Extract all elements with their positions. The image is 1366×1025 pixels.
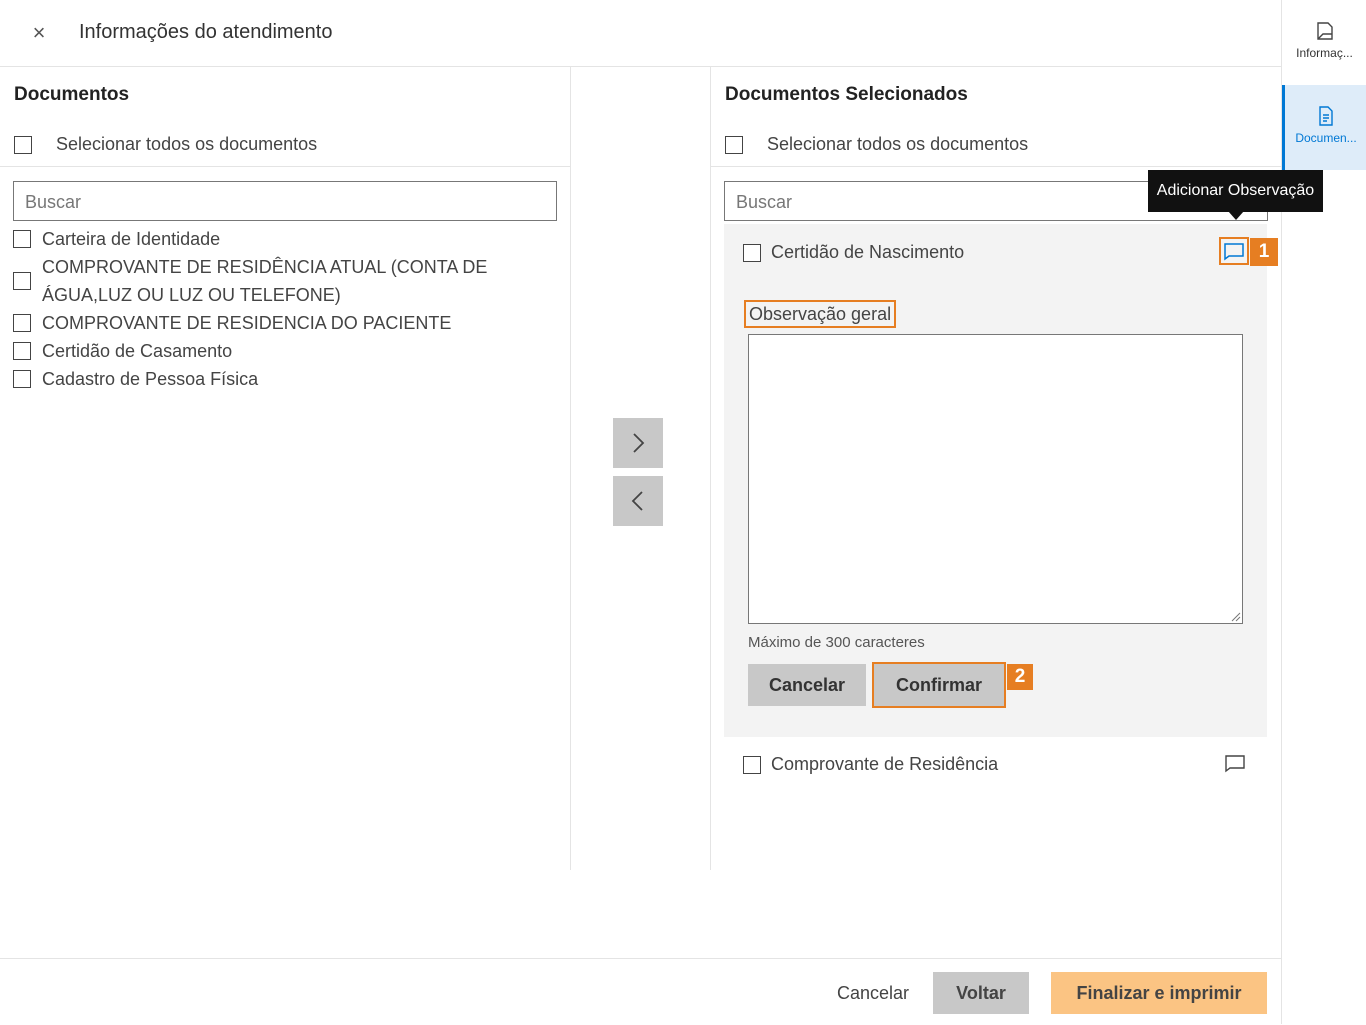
selected-item-label: Certidão de Nascimento	[771, 242, 965, 262]
selected-item-label: Comprovante de Residência	[771, 754, 999, 774]
comment-icon[interactable]	[1224, 753, 1246, 773]
rail-item-label: Informaç...	[1296, 46, 1353, 60]
finish-and-print-button[interactable]: Finalizar e imprimir	[1051, 972, 1267, 1014]
list-item[interactable]: Cadastro de Pessoa Física	[13, 369, 553, 391]
add-observation-button[interactable]	[1219, 237, 1249, 265]
chevron-right-icon	[633, 433, 645, 453]
item-checkbox[interactable]	[13, 342, 31, 360]
item-label: COMPROVANTE DE RESIDÊNCIA ATUAL (CONTA D…	[42, 257, 488, 277]
observation-label: Observação geral	[744, 300, 897, 328]
chevron-left-icon	[631, 491, 643, 511]
item-checkbox[interactable]	[13, 370, 31, 388]
divider	[0, 166, 570, 167]
move-right-button[interactable]	[613, 418, 663, 468]
list-item[interactable]: COMPROVANTE DE RESIDÊNCIA ATUAL (CONTA D…	[13, 257, 553, 307]
select-all-row[interactable]: Selecionar todos os documentos	[14, 132, 554, 162]
confirm-observation-button[interactable]: Confirmar	[872, 662, 1006, 708]
cancel-observation-button[interactable]: Cancelar	[748, 664, 866, 706]
list-item[interactable]: Certidão de Casamento	[13, 341, 553, 363]
observation-textarea[interactable]	[748, 334, 1243, 624]
item-checkbox[interactable]	[13, 230, 31, 248]
item-checkbox[interactable]	[13, 272, 31, 290]
select-all-label: Selecionar todos os documentos	[56, 134, 318, 154]
move-left-button[interactable]	[613, 476, 663, 526]
cancel-button[interactable]: Cancelar	[820, 972, 926, 1014]
select-all-label: Selecionar todos os documentos	[767, 134, 1029, 154]
item-checkbox[interactable]	[13, 314, 31, 332]
rail-item-informacoes[interactable]: Informaç...	[1282, 0, 1366, 85]
rail-item-documentos[interactable]: Documen...	[1282, 85, 1366, 170]
close-button[interactable]: ×	[28, 20, 50, 46]
side-rail: Informaç... Documen...	[1281, 0, 1366, 1024]
document-icon	[1319, 106, 1333, 126]
item-label: COMPROVANTE DE RESIDENCIA DO PACIENTE	[42, 313, 452, 333]
back-button[interactable]: Voltar	[933, 972, 1029, 1014]
item-checkbox[interactable]	[743, 756, 761, 774]
item-label: Certidão de Casamento	[42, 341, 233, 361]
list-item[interactable]: Carteira de Identidade	[13, 229, 553, 251]
close-icon: ×	[32, 20, 46, 45]
panel-title: Documentos	[14, 84, 130, 105]
item-label: Carteira de Identidade	[42, 229, 221, 249]
callout-badge: 1	[1250, 238, 1278, 266]
select-all-checkbox[interactable]	[725, 136, 743, 154]
char-limit-hint: Máximo de 300 caracteres	[748, 634, 925, 651]
resize-grip-icon[interactable]	[1229, 610, 1241, 622]
rail-item-label: Documen...	[1295, 131, 1357, 145]
info-doc-icon	[1316, 22, 1333, 40]
list-item[interactable]: COMPROVANTE DE RESIDENCIA DO PACIENTE	[13, 313, 553, 335]
comment-icon	[1224, 243, 1244, 261]
tooltip: Adicionar Observação	[1148, 170, 1323, 212]
item-label: ÁGUA,LUZ OU LUZ OU TELEFONE)	[42, 285, 341, 305]
page-title: Informações do atendimento	[79, 21, 333, 43]
item-checkbox[interactable]	[743, 244, 761, 262]
divider	[711, 166, 1282, 167]
documents-panel: Documentos Selecionar todos os documento…	[0, 66, 571, 870]
search-input[interactable]: Buscar	[13, 181, 557, 221]
item-label: Cadastro de Pessoa Física	[42, 369, 259, 389]
select-all-row[interactable]: Selecionar todos os documentos	[725, 132, 1265, 162]
callout-badge: 2	[1007, 664, 1033, 690]
select-all-checkbox[interactable]	[14, 136, 32, 154]
tooltip-arrow	[1228, 211, 1244, 220]
panel-title: Documentos Selecionados	[725, 84, 968, 105]
